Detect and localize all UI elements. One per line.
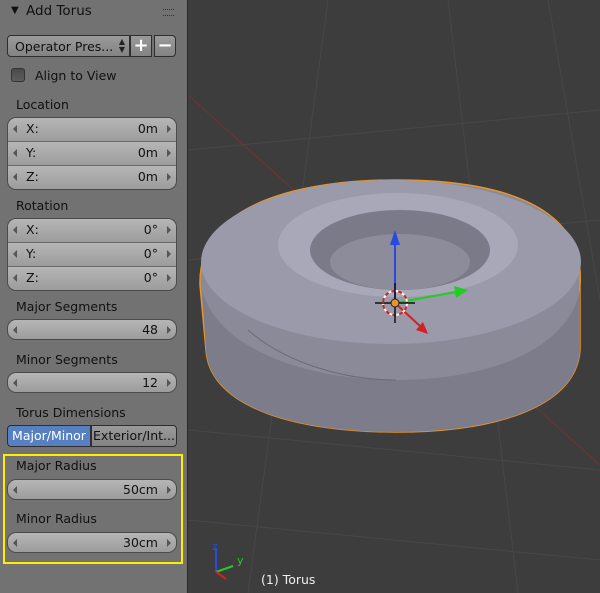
rotation-x-field[interactable]: X: 0° xyxy=(8,219,176,243)
panel-header[interactable]: ▼ Add Torus xyxy=(0,0,187,22)
major-segments-label: Major Segments xyxy=(16,299,118,314)
minor-segments-field[interactable]: 12 xyxy=(7,372,177,393)
torus-hole-inner xyxy=(330,234,470,290)
major-minor-mode-button[interactable]: Major/Minor xyxy=(7,425,91,447)
axis-indicator xyxy=(215,548,234,580)
rotation-fields: X: 0° Y: 0° Z: 0° xyxy=(7,218,177,291)
location-fields: X: 0m Y: 0m Z: 0m xyxy=(7,117,177,190)
radius-highlight-box xyxy=(3,454,183,564)
location-y-field[interactable]: Y: 0m xyxy=(8,142,176,166)
add-preset-button[interactable]: + xyxy=(130,35,152,57)
location-z-field[interactable]: Z: 0m xyxy=(8,166,176,189)
collapse-triangle-icon[interactable]: ▼ xyxy=(11,0,19,22)
location-label: Location xyxy=(16,97,69,112)
axis-z-label: z xyxy=(212,540,218,553)
remove-preset-button[interactable]: − xyxy=(154,35,176,57)
rotation-y-field[interactable]: Y: 0° xyxy=(8,243,176,267)
axis-y-label: y xyxy=(237,554,244,567)
viewport-canvas xyxy=(188,0,600,593)
torus-object[interactable] xyxy=(199,179,581,433)
torus-dimensions-label: Torus Dimensions xyxy=(16,405,126,420)
drag-grip-icon[interactable] xyxy=(163,9,174,16)
3d-viewport[interactable]: z y (1) Torus xyxy=(188,0,600,593)
align-to-view-label: Align to View xyxy=(35,68,117,83)
object-name-label: (1) Torus xyxy=(261,572,316,587)
panel-title: Add Torus xyxy=(26,3,92,19)
rotation-z-field[interactable]: Z: 0° xyxy=(8,267,176,290)
updown-arrows-icon: ▲ ▼ xyxy=(118,37,125,54)
exterior-interior-mode-button[interactable]: Exterior/Int... xyxy=(91,425,177,447)
align-to-view-checkbox[interactable] xyxy=(11,68,25,82)
rotation-label: Rotation xyxy=(16,198,69,213)
preset-label: Operator Pres... xyxy=(15,39,114,54)
minor-segments-label: Minor Segments xyxy=(16,352,118,367)
operator-panel: ▼ Add Torus Operator Pres... ▲ ▼ + − Alig… xyxy=(0,0,188,593)
major-segments-field[interactable]: 48 xyxy=(7,319,177,340)
object-origin-icon xyxy=(390,298,400,308)
location-x-field[interactable]: X: 0m xyxy=(8,118,176,142)
operator-preset-menu[interactable]: Operator Pres... ▲ ▼ xyxy=(7,35,130,57)
